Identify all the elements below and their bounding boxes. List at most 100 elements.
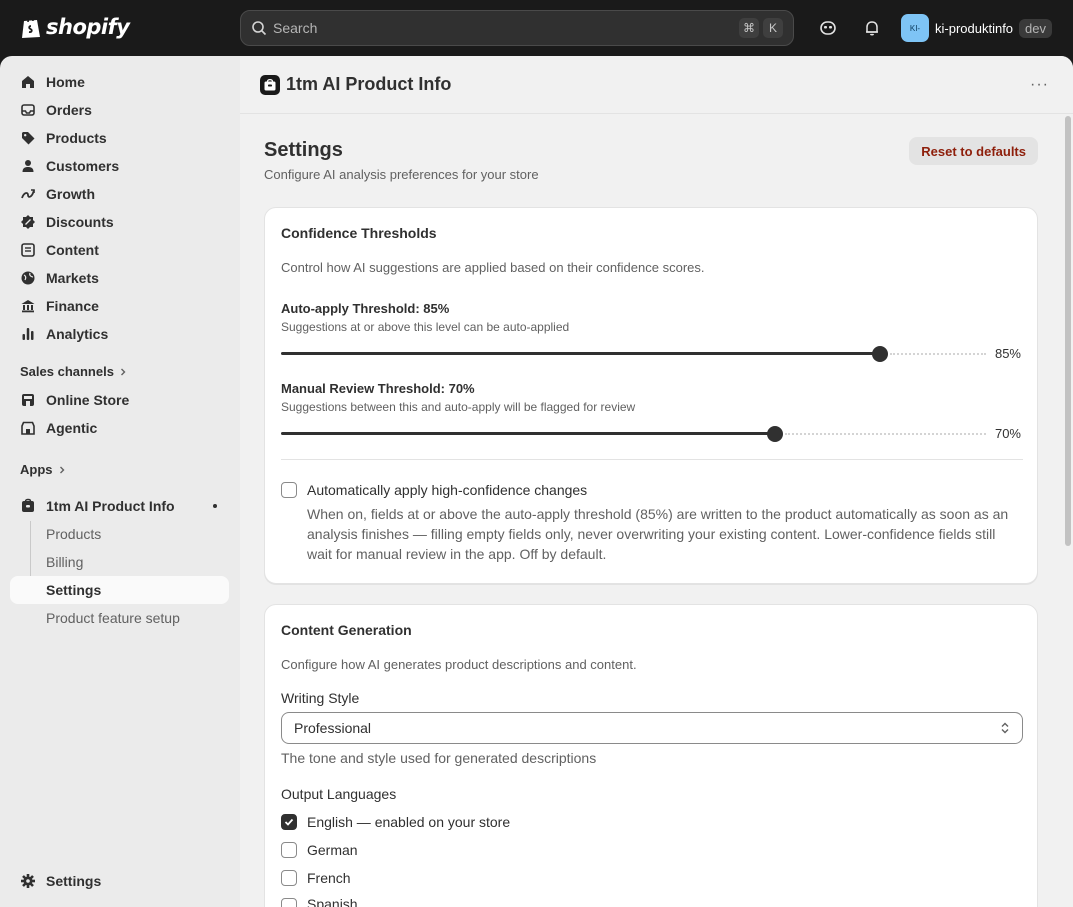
- language-checkbox-german[interactable]: [281, 842, 297, 858]
- search-input[interactable]: Search: [273, 20, 735, 36]
- language-label: German: [307, 842, 358, 858]
- bell-icon: [866, 21, 878, 36]
- app-bag-icon: [20, 498, 36, 514]
- auto-apply-label: Auto-apply Threshold: 85%: [281, 301, 450, 316]
- sidebar-item-settings[interactable]: Settings: [10, 867, 229, 895]
- chevron-right-icon: [59, 466, 64, 473]
- shopify-bag-icon: [22, 16, 40, 38]
- store-icon: [20, 392, 36, 408]
- home-icon: [20, 74, 36, 90]
- agentic-icon: [20, 420, 36, 436]
- writing-style-select[interactable]: Professional: [281, 712, 1023, 744]
- sidebar-item-label: Content: [46, 242, 99, 258]
- sales-channels-header[interactable]: Sales channels: [20, 364, 128, 379]
- auto-apply-checkbox[interactable]: [281, 482, 297, 498]
- shortcut-cmd: ⌘: [739, 18, 759, 38]
- shopify-logo[interactable]: shopify: [20, 15, 130, 39]
- sidebar-item-label: Products: [46, 130, 107, 146]
- sidebar-item-analytics[interactable]: Analytics: [10, 320, 229, 348]
- sidebar-item-discounts[interactable]: Discounts: [10, 208, 229, 236]
- page-subtitle: Configure AI analysis preferences for yo…: [264, 167, 539, 182]
- sidebar-item-finance[interactable]: Finance: [10, 292, 229, 320]
- language-label: French: [307, 870, 351, 886]
- sidebar-item-label: Settings: [46, 582, 102, 598]
- search-icon: [252, 21, 267, 36]
- select-chevron-icon: [1001, 722, 1009, 734]
- sidebar-item-label: Agentic: [46, 420, 98, 436]
- sidebar-item-content[interactable]: Content: [10, 236, 229, 264]
- reset-defaults-button[interactable]: Reset to defaults: [909, 137, 1038, 165]
- content-icon: [20, 242, 36, 258]
- discount-icon: [20, 214, 36, 230]
- sidebar-subitem-product-feature-setup[interactable]: Product feature setup: [10, 604, 229, 632]
- divider: [281, 459, 1023, 460]
- slider-thumb[interactable]: [766, 426, 783, 442]
- sidebar-item-markets[interactable]: Markets: [10, 264, 229, 292]
- scrollbar[interactable]: [1065, 116, 1071, 546]
- apps-header[interactable]: Apps: [20, 462, 67, 477]
- sidekick-button[interactable]: [816, 16, 840, 40]
- sidebar-item-label: Finance: [46, 298, 99, 314]
- sidebar-subitem-settings[interactable]: Settings: [10, 576, 229, 604]
- globe-icon: [20, 270, 36, 286]
- notifications-button[interactable]: [860, 16, 884, 40]
- confidence-thresholds-card: Confidence Thresholds Control how AI sug…: [264, 207, 1038, 584]
- store-switcher[interactable]: KI- ki-produktinfo dev: [901, 14, 1053, 42]
- top-bar: shopify Search ⌘ K KI- ki-produktinfo de…: [0, 0, 1073, 56]
- sidebar-item-label: Customers: [46, 158, 120, 174]
- output-languages-label: Output Languages: [281, 786, 397, 802]
- sidebar-item-home[interactable]: Home: [10, 68, 229, 96]
- dev-badge: dev: [1019, 18, 1053, 38]
- slider-track-empty: [784, 433, 986, 435]
- sidebar-item-products[interactable]: Products: [10, 124, 229, 152]
- manual-review-label: Manual Review Threshold: 70%: [281, 381, 475, 396]
- card-description: Configure how AI generates product descr…: [281, 657, 637, 672]
- slider-track-empty: [890, 353, 986, 355]
- main-content: 1tm AI Product Info ··· Settings Configu…: [240, 56, 1073, 907]
- sidebar-item-label: Growth: [46, 186, 95, 202]
- auto-apply-checkbox-label: Automatically apply high-confidence chan…: [307, 482, 588, 498]
- tag-icon: [20, 130, 36, 146]
- content-generation-card: Content Generation Configure how AI gene…: [264, 604, 1038, 907]
- more-actions-button[interactable]: ···: [1030, 76, 1049, 94]
- card-title: Content Generation: [281, 622, 412, 638]
- sidebar-item-orders[interactable]: Orders: [10, 96, 229, 124]
- manual-review-slider[interactable]: [281, 424, 986, 444]
- language-label: Spanish: [307, 896, 358, 907]
- auto-apply-help: Suggestions at or above this level can b…: [281, 320, 570, 334]
- sidebar-item-label: Billing: [46, 554, 84, 570]
- language-checkbox-spanish[interactable]: [281, 898, 297, 907]
- bank-icon: [20, 298, 36, 314]
- language-label: English — enabled on your store: [307, 814, 511, 830]
- writing-style-value: Professional: [294, 720, 372, 736]
- auto-apply-slider[interactable]: [281, 344, 986, 364]
- bar-chart-icon: [20, 326, 36, 342]
- sidebar-item-agentic[interactable]: Agentic: [10, 414, 229, 442]
- sidebar-subitem-billing[interactable]: Billing: [10, 548, 229, 576]
- checkmark-icon: [284, 818, 294, 826]
- language-checkbox-english[interactable]: [281, 814, 297, 830]
- person-icon: [20, 158, 36, 174]
- sidebar-item-growth[interactable]: Growth: [10, 180, 229, 208]
- sidebar-item-customers[interactable]: Customers: [10, 152, 229, 180]
- sidebar-item-label: Markets: [46, 270, 99, 286]
- brand-name: shopify: [46, 15, 130, 39]
- app-header: 1tm AI Product Info ···: [240, 56, 1073, 114]
- sidebar-item-online-store[interactable]: Online Store: [10, 386, 229, 414]
- manual-review-help: Suggestions between this and auto-apply …: [281, 400, 636, 414]
- language-checkbox-french[interactable]: [281, 870, 297, 886]
- sales-channels-label: Sales channels: [20, 364, 114, 379]
- app-bag-icon: [260, 74, 280, 95]
- sidebar-item-app[interactable]: 1tm AI Product Info: [10, 492, 229, 520]
- writing-style-label: Writing Style: [281, 690, 360, 706]
- slider-thumb[interactable]: [872, 346, 889, 362]
- slider-track-filled: [281, 352, 881, 355]
- gear-icon: [20, 873, 36, 889]
- sidebar-item-label: Settings: [46, 873, 102, 889]
- sidebar-subitem-products[interactable]: Products: [10, 520, 229, 548]
- sidebar-item-label: Analytics: [46, 326, 109, 342]
- inbox-icon: [20, 102, 36, 118]
- sidebar-item-label: Home: [46, 74, 85, 90]
- sidebar-item-label: Products: [46, 526, 102, 542]
- search-bar[interactable]: Search ⌘ K: [240, 10, 794, 46]
